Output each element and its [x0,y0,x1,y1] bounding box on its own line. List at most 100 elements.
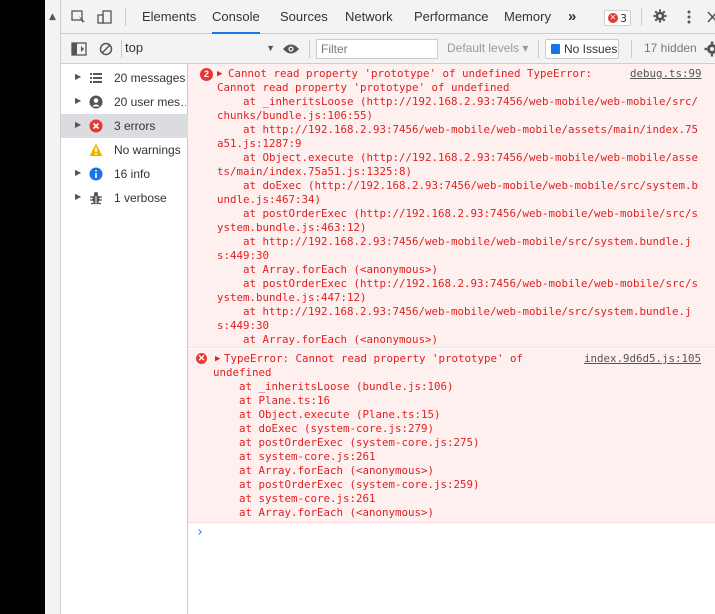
console-error-message[interactable]: 2 ▶ debug.ts:99 Cannot read property 'pr… [188,64,715,348]
stack-trace-line: at postOrderExec (http://192.168.2.93:74… [217,277,699,290]
stack-trace-line: at Array.forEach (<anonymous>) [213,464,435,477]
stack-trace-line: undefined [213,366,272,379]
repeat-count-badge: 2 [200,68,213,81]
toolbar-separator [121,40,122,58]
console-settings-gear-icon[interactable] [704,41,715,57]
background-left [0,0,45,614]
user-icon [89,95,103,109]
stack-trace-line: at Plane.ts:16 [213,394,331,407]
sidebar-item-warnings[interactable]: No warnings [61,138,188,162]
stack-trace-line: at http://192.168.2.93:7456/web-mobile/w… [217,235,692,248]
error-count: 3 [620,12,627,25]
dropdown-arrow-icon: ▼ [266,43,275,53]
stack-trace-line: s:449:30 [217,249,270,262]
stack-trace-line: at postOrderExec (system-core.js:275) [213,436,480,449]
source-link[interactable]: debug.ts:99 [630,67,702,81]
context-label: top [125,40,144,55]
log-levels-dropdown[interactable]: Default levels ▾ [447,41,528,55]
sidebar-item-messages[interactable]: ▶ 20 messages [61,66,188,90]
bug-icon [90,192,102,205]
tab-console[interactable]: Console [212,0,260,34]
stack-trace-line: at Array.forEach (<anonymous>) [213,506,435,519]
stack-trace-line: chunks/bundle.js:106:55) [217,109,374,122]
stack-trace-line: at postOrderExec (http://192.168.2.93:74… [217,207,699,220]
editor-gutter: ▲ [45,0,61,614]
toolbar-separator [538,40,539,58]
hidden-count: 17 hidden [644,41,697,55]
stack-trace-line: at system-core.js:261 [213,492,376,505]
tab-network[interactable]: Network [345,0,393,34]
stack-trace-line: at postOrderExec (system-core.js:259) [213,478,480,491]
console-toolbar: top ▼ Filter Default levels ▾ No Issues … [61,34,715,64]
stack-trace-line: at doExec (system-core.js:279) [213,422,435,435]
stack-trace-line: at Array.forEach (<anonymous>) [217,263,439,276]
sidebar-item-user-messages[interactable]: ▶ 20 user mes… [61,90,188,114]
stack-trace-line: Cannot read property 'prototype' of unde… [228,67,593,80]
console-sidebar: ▶ 20 messages ▶ 20 user mes… ▶ 3 errors [61,64,188,614]
stack-trace-line: at _inheritsLoose (bundle.js:106) [213,380,454,393]
device-toolbar-icon[interactable] [97,10,113,24]
sidebar-item-label: No warnings [114,143,181,157]
close-icon[interactable] [705,10,715,24]
context-selector[interactable]: top ▼ [125,40,275,58]
expand-arrow-icon[interactable]: ▶ [75,96,81,105]
live-expression-eye-icon[interactable] [282,43,300,55]
expand-arrow-icon[interactable]: ▶ [217,67,222,81]
sidebar-item-verbose[interactable]: ▶ 1 verbose [61,186,188,210]
sidebar-toggle-icon[interactable] [71,42,87,56]
error-icon: ✕ [196,353,207,364]
more-tabs-button[interactable]: » [568,0,576,34]
sidebar-item-errors[interactable]: ▶ 3 errors [61,114,188,138]
expand-arrow-icon[interactable]: ▶ [75,72,81,81]
sidebar-item-label: 1 verbose [114,191,167,205]
stack-trace-line: undle.js:467:34) [217,193,322,206]
collapse-caret-icon[interactable]: ▲ [49,12,56,22]
tab-elements[interactable]: Elements [142,0,196,34]
stack-trace-line: at http://192.168.2.93:7456/web-mobile/w… [217,123,699,136]
stack-trace-line: Cannot read property 'prototype' of unde… [217,81,510,94]
inspect-element-icon[interactable] [71,10,87,24]
sidebar-item-label: 16 info [114,167,151,181]
list-icon [90,73,102,83]
console-prompt[interactable]: › [196,526,204,540]
sidebar-item-info[interactable]: ▶ 16 info [61,162,188,186]
expand-arrow-icon[interactable]: ▶ [75,120,81,129]
tab-separator [125,8,126,26]
sidebar-item-label: 20 user mes… [114,95,186,109]
expand-arrow-icon[interactable]: ▶ [75,168,81,177]
clear-console-icon[interactable] [99,42,113,56]
info-icon [89,167,103,181]
stack-trace-line: at system-core.js:261 [213,450,376,463]
source-link[interactable]: index.9d6d5.js:105 [584,352,701,366]
toolbar-separator [631,40,632,58]
stack-trace-line: ystem.bundle.js:463:12) [217,221,367,234]
stack-trace-line: TypeError: Cannot read property 'prototy… [224,352,524,365]
console-error-message[interactable]: ✕ ▶ index.9d6d5.js:105 TypeError: Cannot… [188,349,715,523]
stack-trace-line: s:449:30 [217,319,270,332]
issues-label: No Issues [564,42,618,56]
tab-sources[interactable]: Sources [280,0,328,34]
filter-input[interactable]: Filter [316,39,438,59]
console-messages: 2 ▶ debug.ts:99 Cannot read property 'pr… [188,64,715,614]
settings-gear-icon[interactable] [652,9,668,23]
sidebar-item-label: 3 errors [114,119,156,133]
more-options-icon[interactable] [681,10,697,24]
stack-trace-line: ystem.bundle.js:447:12) [217,291,367,304]
error-icon: ✕ [608,13,618,23]
toolbar-separator [309,40,310,58]
tab-performance[interactable]: Performance [414,0,488,34]
stack-trace-line: at doExec (http://192.168.2.93:7456/web-… [217,179,699,192]
stack-trace-line: at _inheritsLoose (http://192.168.2.93:7… [217,95,699,108]
stack-trace-line: at Array.forEach (<anonymous>) [217,333,439,346]
tab-memory[interactable]: Memory [504,0,551,34]
warning-icon [89,143,103,156]
error-count-badge[interactable]: ✕ 3 [604,10,631,26]
expand-arrow-icon[interactable]: ▶ [75,192,81,201]
stack-trace-line: a51.js:1287:9 [217,137,302,150]
issues-button[interactable]: No Issues [545,39,619,59]
error-icon [89,119,103,133]
stack-trace-line: at Object.execute (Plane.ts:15) [213,408,441,421]
stack-trace-line: at Object.execute (http://192.168.2.93:7… [217,151,699,164]
expand-arrow-icon[interactable]: ▶ [215,352,220,366]
stack-trace-line: at http://192.168.2.93:7456/web-mobile/w… [217,305,692,318]
